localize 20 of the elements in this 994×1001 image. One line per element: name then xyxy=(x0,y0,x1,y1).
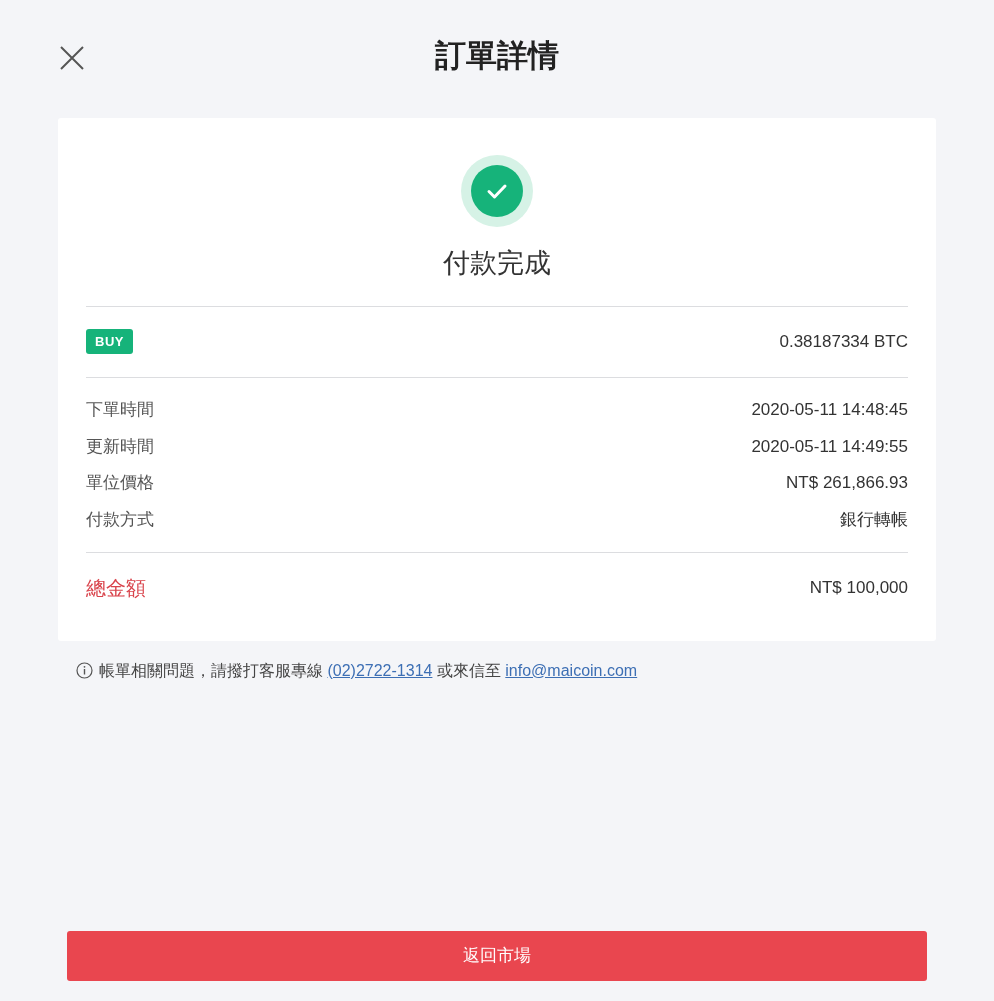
detail-label: 下單時間 xyxy=(86,399,154,421)
detail-label: 單位價格 xyxy=(86,472,154,494)
email-link[interactable]: info@maicoin.com xyxy=(505,661,638,679)
detail-value: 2020-05-11 14:49:55 xyxy=(751,435,908,458)
phone-link[interactable]: (02)2722-1314 xyxy=(327,661,433,679)
side-tag: BUY xyxy=(86,328,133,355)
detail-label: 更新時間 xyxy=(86,435,154,458)
detail-value: NT$ 261,866.93 xyxy=(786,472,908,494)
total-value: NT$ 100,000 xyxy=(809,576,908,599)
amount-text: 0.38187334 BTC xyxy=(779,330,908,353)
close-button[interactable] xyxy=(58,44,86,72)
return-button[interactable]: 返回市場 xyxy=(67,931,927,981)
total-label: 總金額 xyxy=(86,575,146,601)
info-icon xyxy=(76,662,93,679)
detail-label: 付款方式 xyxy=(86,508,154,531)
status-text: 付款完成 xyxy=(442,247,552,280)
detail-value: 2020-05-11 14:48:45 xyxy=(751,399,908,421)
page-title: 訂單詳情 xyxy=(435,37,559,75)
support-note: 帳單相關問題，請撥打客服專線 (02)2722-1314 或來信至 info@maicoin.com xyxy=(99,660,638,681)
detail-value: 銀行轉帳 xyxy=(840,508,908,531)
